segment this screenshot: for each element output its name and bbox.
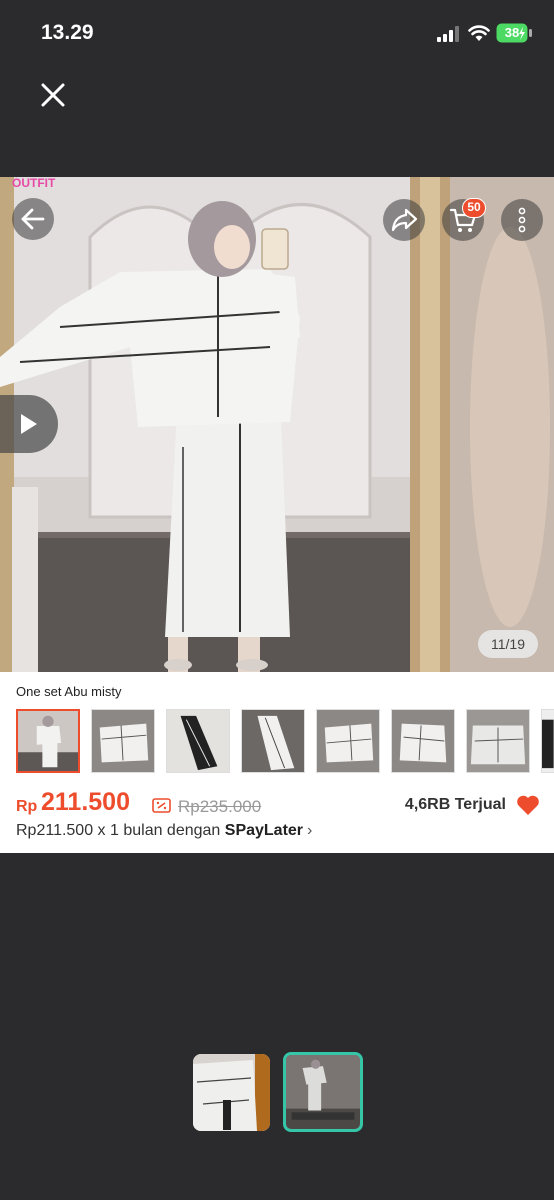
chevron-right-icon: › bbox=[307, 822, 313, 839]
share-button[interactable] bbox=[383, 199, 425, 241]
play-icon bbox=[21, 414, 37, 434]
preview-thumbnail[interactable] bbox=[193, 1054, 270, 1131]
price-currency: Rp bbox=[16, 798, 38, 815]
coin-discount-icon bbox=[152, 798, 171, 813]
status-time: 13.29 bbox=[41, 21, 94, 44]
product-info-panel: One set Abu misty Rp 211.500 Rp235.000 4… bbox=[0, 672, 554, 853]
variant-thumbnail[interactable] bbox=[166, 709, 230, 773]
paylater-text: Rp211.500 x 1 bulan dengan bbox=[16, 822, 225, 839]
more-options-button[interactable] bbox=[501, 199, 543, 241]
variant-thumbnail[interactable] bbox=[16, 709, 80, 773]
variant-thumbnails[interactable] bbox=[16, 709, 554, 775]
close-icon[interactable] bbox=[36, 78, 70, 112]
paylater-link[interactable]: Rp211.500 x 1 bulan dengan SPayLater › bbox=[16, 822, 312, 840]
cart-count-badge: 50 bbox=[462, 198, 486, 218]
price-value: 211.500 bbox=[41, 788, 130, 816]
arrow-left-icon bbox=[21, 208, 45, 230]
product-image-viewer[interactable]: OUTFIT 50 11/19 bbox=[0, 177, 554, 672]
variant-thumbnail[interactable] bbox=[91, 709, 155, 773]
variant-thumbnail[interactable] bbox=[316, 709, 380, 773]
sold-count: 4,6RB Terjual bbox=[404, 796, 506, 813]
battery-level: 38 bbox=[504, 25, 520, 40]
price-row: Rp 211.500 Rp235.000 4,6RB Terjual bbox=[16, 788, 540, 818]
status-bar: 13.29 38 bbox=[0, 0, 554, 64]
variant-thumbnail[interactable] bbox=[541, 709, 554, 773]
image-page-indicator: 11/19 bbox=[478, 630, 538, 658]
paylater-brand: SPayLater bbox=[224, 822, 304, 839]
product-photo: OUTFIT bbox=[0, 177, 554, 672]
back-button[interactable] bbox=[12, 198, 54, 240]
wifi-icon bbox=[468, 25, 490, 41]
heart-icon[interactable] bbox=[516, 794, 540, 816]
share-icon bbox=[391, 208, 418, 232]
variant-name: One set Abu misty bbox=[16, 684, 122, 699]
preview-thumbnail-selected[interactable] bbox=[283, 1052, 363, 1132]
more-vertical-icon bbox=[518, 207, 526, 233]
original-price: Rp235.000 bbox=[178, 797, 262, 816]
play-video-button[interactable] bbox=[0, 395, 58, 453]
variant-thumbnail[interactable] bbox=[241, 709, 305, 773]
variant-thumbnail[interactable] bbox=[466, 709, 530, 773]
brand-text: OUTFIT bbox=[12, 177, 56, 190]
variant-thumbnail[interactable] bbox=[391, 709, 455, 773]
signal-icon bbox=[437, 26, 459, 42]
